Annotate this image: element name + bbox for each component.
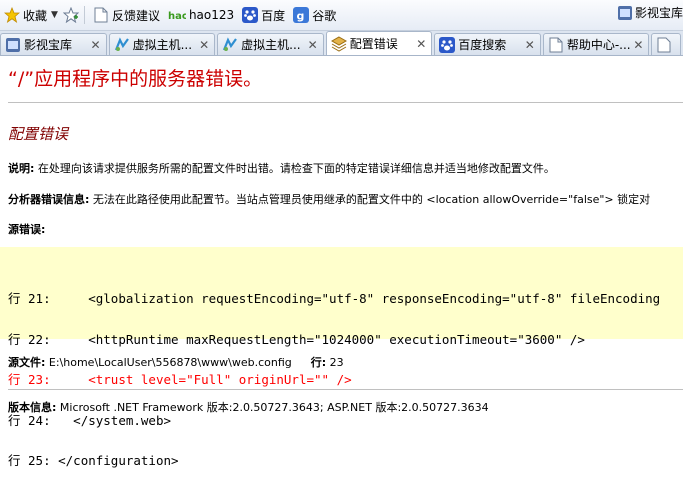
tab-config-error[interactable]: 配置错误 ✕ [325,31,433,55]
parser-error-label: 分析器错误信息: [8,193,90,206]
source-file-path: E:\home\LocalUser\556878\www\web.config [45,356,292,369]
source-error-heading: 源错误: [8,221,45,237]
document-icon [548,37,564,53]
close-icon[interactable]: ✕ [306,38,320,52]
fav-google-link[interactable]: g 谷歌 [289,4,340,26]
description-text: 在处理向该请求提供服务所需的配置文件时出错。请检查下面的特定错误详细信息并适当地… [34,162,555,175]
fav-video-library-link[interactable]: 影视宝库 [617,4,683,21]
line-label: 行: [310,356,327,369]
tab-help-center[interactable]: 帮助中心-... ✕ [542,33,650,55]
version-text: Microsoft .NET Framework 版本:2.0.50727.36… [56,401,489,414]
fav-video-library-label: 影视宝库 [634,6,683,20]
divider [8,389,683,390]
tab-virtual-host-1[interactable]: 虚拟主机... ✕ [108,33,216,55]
source-error-label: 源错误: [8,223,46,236]
tab-video-library[interactable]: 影视宝库 ✕ [0,33,107,55]
fav-hao123-label: hao123 [188,8,235,22]
close-icon[interactable]: ✕ [89,38,103,52]
code-block: 行 21: <globalization requestEncoding="ut… [8,265,660,495]
tab-label: 虚拟主机... [132,38,193,52]
code-line: 行 25: </configuration> [8,453,179,468]
video-icon [617,5,635,21]
close-icon[interactable]: ✕ [414,37,428,51]
fav-hao123-link[interactable]: hao hao123 [164,4,238,26]
tab-label: 影视宝库 [24,38,73,52]
version-label: 版本信息: [8,401,57,414]
code-line: 行 21: <globalization requestEncoding="ut… [8,291,661,306]
code-line: 行 24: </system.web> [8,412,172,428]
error-subtitle: 配置错误 [8,125,69,143]
app-icon [114,36,130,53]
app-icon [222,36,238,53]
google-icon: g [293,7,310,23]
tab-virtual-host-2[interactable]: 虚拟主机... ✕ [217,33,324,55]
close-icon[interactable]: ✕ [631,38,645,52]
description-label: 说明: [8,162,35,175]
svg-text:hao: hao [168,11,186,22]
video-icon [5,37,21,53]
page-title: “/”应用程序中的服务器错误。 [8,68,263,90]
tab-label: 百度搜索 [458,38,507,52]
add-favorite-icon[interactable] [62,7,80,23]
fav-feedback-label: 反馈建议 [111,8,160,23]
document-icon [656,37,672,53]
tab-baidu-search[interactable]: 百度搜索 ✕ [434,33,541,55]
fav-google-label: 谷歌 [312,8,337,23]
tab-partial[interactable] [651,33,682,55]
page-icon [330,35,347,52]
hao123-icon: hao [168,7,186,23]
line-number: 23 [326,356,344,369]
tab-bar: 影视宝库 ✕ 虚拟主机... ✕ 虚拟主机... ✕ 配置错误 ✕ 百度搜索 ✕… [0,31,683,56]
favorites-label: 收藏 [23,8,48,23]
favorites-dropdown-icon[interactable]: ▼ [51,10,58,20]
code-line-error: 行 23: <trust level="Full" originUrl="" /… [8,372,352,387]
divider [83,6,85,24]
close-icon[interactable]: ✕ [197,38,211,52]
divider [8,102,683,103]
source-file-paragraph: 源文件: E:\home\LocalUser\556878\www\web.co… [8,354,344,370]
favorites-menu-button[interactable]: 收藏 [0,4,51,26]
fav-baidu-link[interactable]: 百度 [238,4,289,26]
favorites-bar: 收藏 ▼ 反馈建议 hao hao123 百度 g 谷歌 影视宝库 [0,0,683,31]
star-icon [4,7,20,23]
source-code-box: 行 21: <globalization requestEncoding="ut… [0,247,683,467]
description-paragraph: 说明: 在处理向该请求提供服务所需的配置文件时出错。请检查下面的特定错误详细信息… [8,160,555,176]
tab-label: 虚拟主机... [241,38,301,52]
parser-error-text: 无法在此路径使用此配置节。当站点管理员使用继承的配置文件中的 <location… [89,193,651,206]
version-info-paragraph: 版本信息: Microsoft .NET Framework 版本:2.0.50… [8,399,489,415]
fav-baidu-label: 百度 [261,8,286,23]
source-file-label: 源文件: [8,356,46,369]
baidu-paw-icon [242,7,259,23]
parser-error-paragraph: 分析器错误信息: 无法在此路径使用此配置节。当站点管理员使用继承的配置文件中的 … [8,191,650,207]
code-line: 行 22: <httpRuntime maxRequestLength="102… [8,331,585,347]
document-icon [93,7,109,23]
fav-feedback-link[interactable]: 反馈建议 [89,4,164,26]
svg-text:g: g [297,10,305,23]
baidu-paw-icon [439,36,456,53]
tab-label: 帮助中心-... [566,38,631,52]
tab-label: 配置错误 [349,37,398,51]
close-icon[interactable]: ✕ [523,38,537,52]
